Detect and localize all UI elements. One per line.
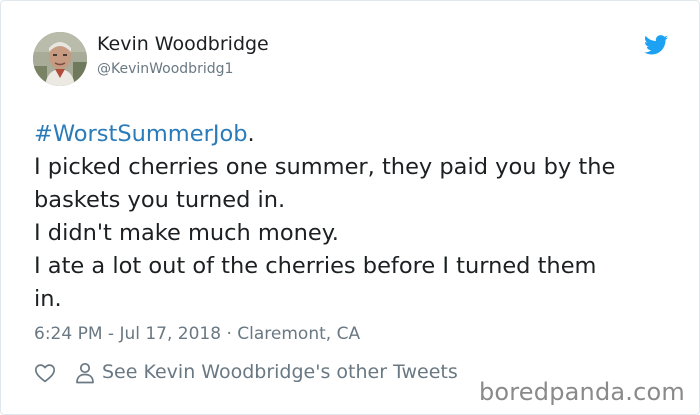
person-icon[interactable] xyxy=(75,362,95,384)
hashtag-suffix: . xyxy=(247,121,255,147)
tweet-meta: 6:24 PM - Jul 17, 2018 · Claremont, CA xyxy=(34,324,360,344)
tweet-line: I ate a lot out of the cherries before I… xyxy=(34,253,597,279)
tweet-line: I picked cherries one summer, they paid … xyxy=(34,154,616,180)
meta-separator: · xyxy=(226,324,232,344)
tweet-card: Kevin Woodbridge @KevinWoodbridg1 #Worst… xyxy=(0,0,700,415)
avatar-photo xyxy=(33,32,87,86)
twitter-bird-icon[interactable] xyxy=(644,35,668,55)
tweet-text: #WorstSummerJob. I picked cherries one s… xyxy=(34,118,674,316)
timestamp-link[interactable]: 6:24 PM - Jul 17, 2018 xyxy=(34,324,221,344)
author-name[interactable]: Kevin Woodbridge xyxy=(97,33,269,55)
tweet-line-hashtag: #WorstSummerJob. xyxy=(34,118,674,151)
avatar[interactable] xyxy=(33,32,87,86)
tweet-line: I didn't make much money. xyxy=(34,220,339,246)
tweet-line: in. xyxy=(34,286,62,312)
other-tweets-link[interactable]: See Kevin Woodbridge's other Tweets xyxy=(102,361,458,383)
watermark: boredpanda.com xyxy=(478,378,685,406)
heart-icon[interactable] xyxy=(34,362,56,384)
author-handle[interactable]: @KevinWoodbridg1 xyxy=(97,61,233,77)
location-link[interactable]: Claremont, CA xyxy=(237,324,360,344)
tweet-line: baskets you turned in. xyxy=(34,187,286,213)
hashtag-link[interactable]: #WorstSummerJob xyxy=(34,121,248,147)
